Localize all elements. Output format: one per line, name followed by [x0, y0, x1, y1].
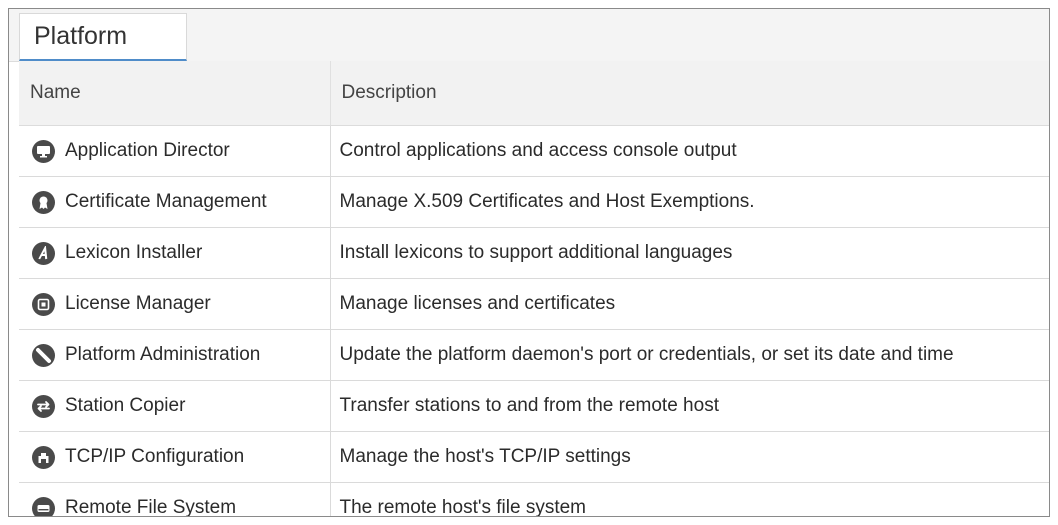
row-name: Remote File System: [65, 497, 237, 517]
row-description: Manage licenses and certificates: [330, 278, 1049, 330]
table-header-row: Name Description: [19, 61, 1049, 126]
table-row[interactable]: Application Director Control application…: [19, 125, 1049, 177]
row-description: Manage the host's TCP/IP settings: [330, 431, 1049, 483]
name-cell: Application Director: [19, 125, 331, 177]
row-name: Station Copier: [65, 395, 186, 416]
tab-bar: Platform: [9, 9, 1049, 62]
table-row[interactable]: Remote File System The remote host's fil…: [19, 482, 1049, 517]
table-row[interactable]: Platform Administration Update the platf…: [19, 329, 1049, 381]
row-description: The remote host's file system: [330, 482, 1049, 516]
certificate-icon: [32, 190, 55, 214]
table-row[interactable]: License Manager Manage licenses and cert…: [19, 278, 1049, 330]
row-name: Application Director: [65, 140, 230, 161]
wrench-icon: [32, 343, 55, 367]
name-cell: Platform Administration: [19, 329, 331, 381]
platform-services-table-wrap: Name Description Application Director Co…: [19, 61, 1049, 517]
row-name: License Manager: [65, 293, 211, 314]
monitor-icon: [32, 139, 55, 163]
table-row[interactable]: Certificate Management Manage X.509 Cert…: [19, 176, 1049, 228]
row-description: Control applications and access console …: [330, 125, 1049, 177]
license-icon: [32, 292, 55, 316]
name-cell: Certificate Management: [19, 176, 331, 228]
table-row[interactable]: Station Copier Transfer stations to and …: [19, 380, 1049, 432]
row-name: TCP/IP Configuration: [65, 446, 245, 467]
name-cell: Remote File System: [19, 482, 331, 517]
column-header-name[interactable]: Name: [19, 61, 331, 126]
platform-services-table: Name Description Application Director Co…: [19, 61, 1049, 517]
row-description: Manage X.509 Certificates and Host Exemp…: [330, 176, 1049, 228]
drive-icon: [32, 496, 55, 516]
tab-platform[interactable]: Platform: [19, 13, 187, 61]
table-row[interactable]: Lexicon Installer Install lexicons to su…: [19, 227, 1049, 279]
lexicon-icon: [32, 241, 55, 265]
column-header-description[interactable]: Description: [330, 61, 1049, 126]
name-cell: Lexicon Installer: [19, 227, 331, 279]
row-name: Platform Administration: [65, 344, 261, 365]
row-description: Transfer stations to and from the remote…: [330, 380, 1049, 432]
name-cell: TCP/IP Configuration: [19, 431, 331, 483]
row-name: Certificate Management: [65, 191, 267, 212]
name-cell: Station Copier: [19, 380, 331, 432]
transfer-icon: [32, 394, 55, 418]
platform-view: Platform Name Description Application Di…: [8, 8, 1050, 517]
row-name: Lexicon Installer: [65, 242, 203, 263]
table-row[interactable]: TCP/IP Configuration Manage the host's T…: [19, 431, 1049, 483]
name-cell: License Manager: [19, 278, 331, 330]
network-port-icon: [32, 445, 55, 469]
row-description: Update the platform daemon's port or cre…: [330, 329, 1049, 381]
row-description: Install lexicons to support additional l…: [330, 227, 1049, 279]
